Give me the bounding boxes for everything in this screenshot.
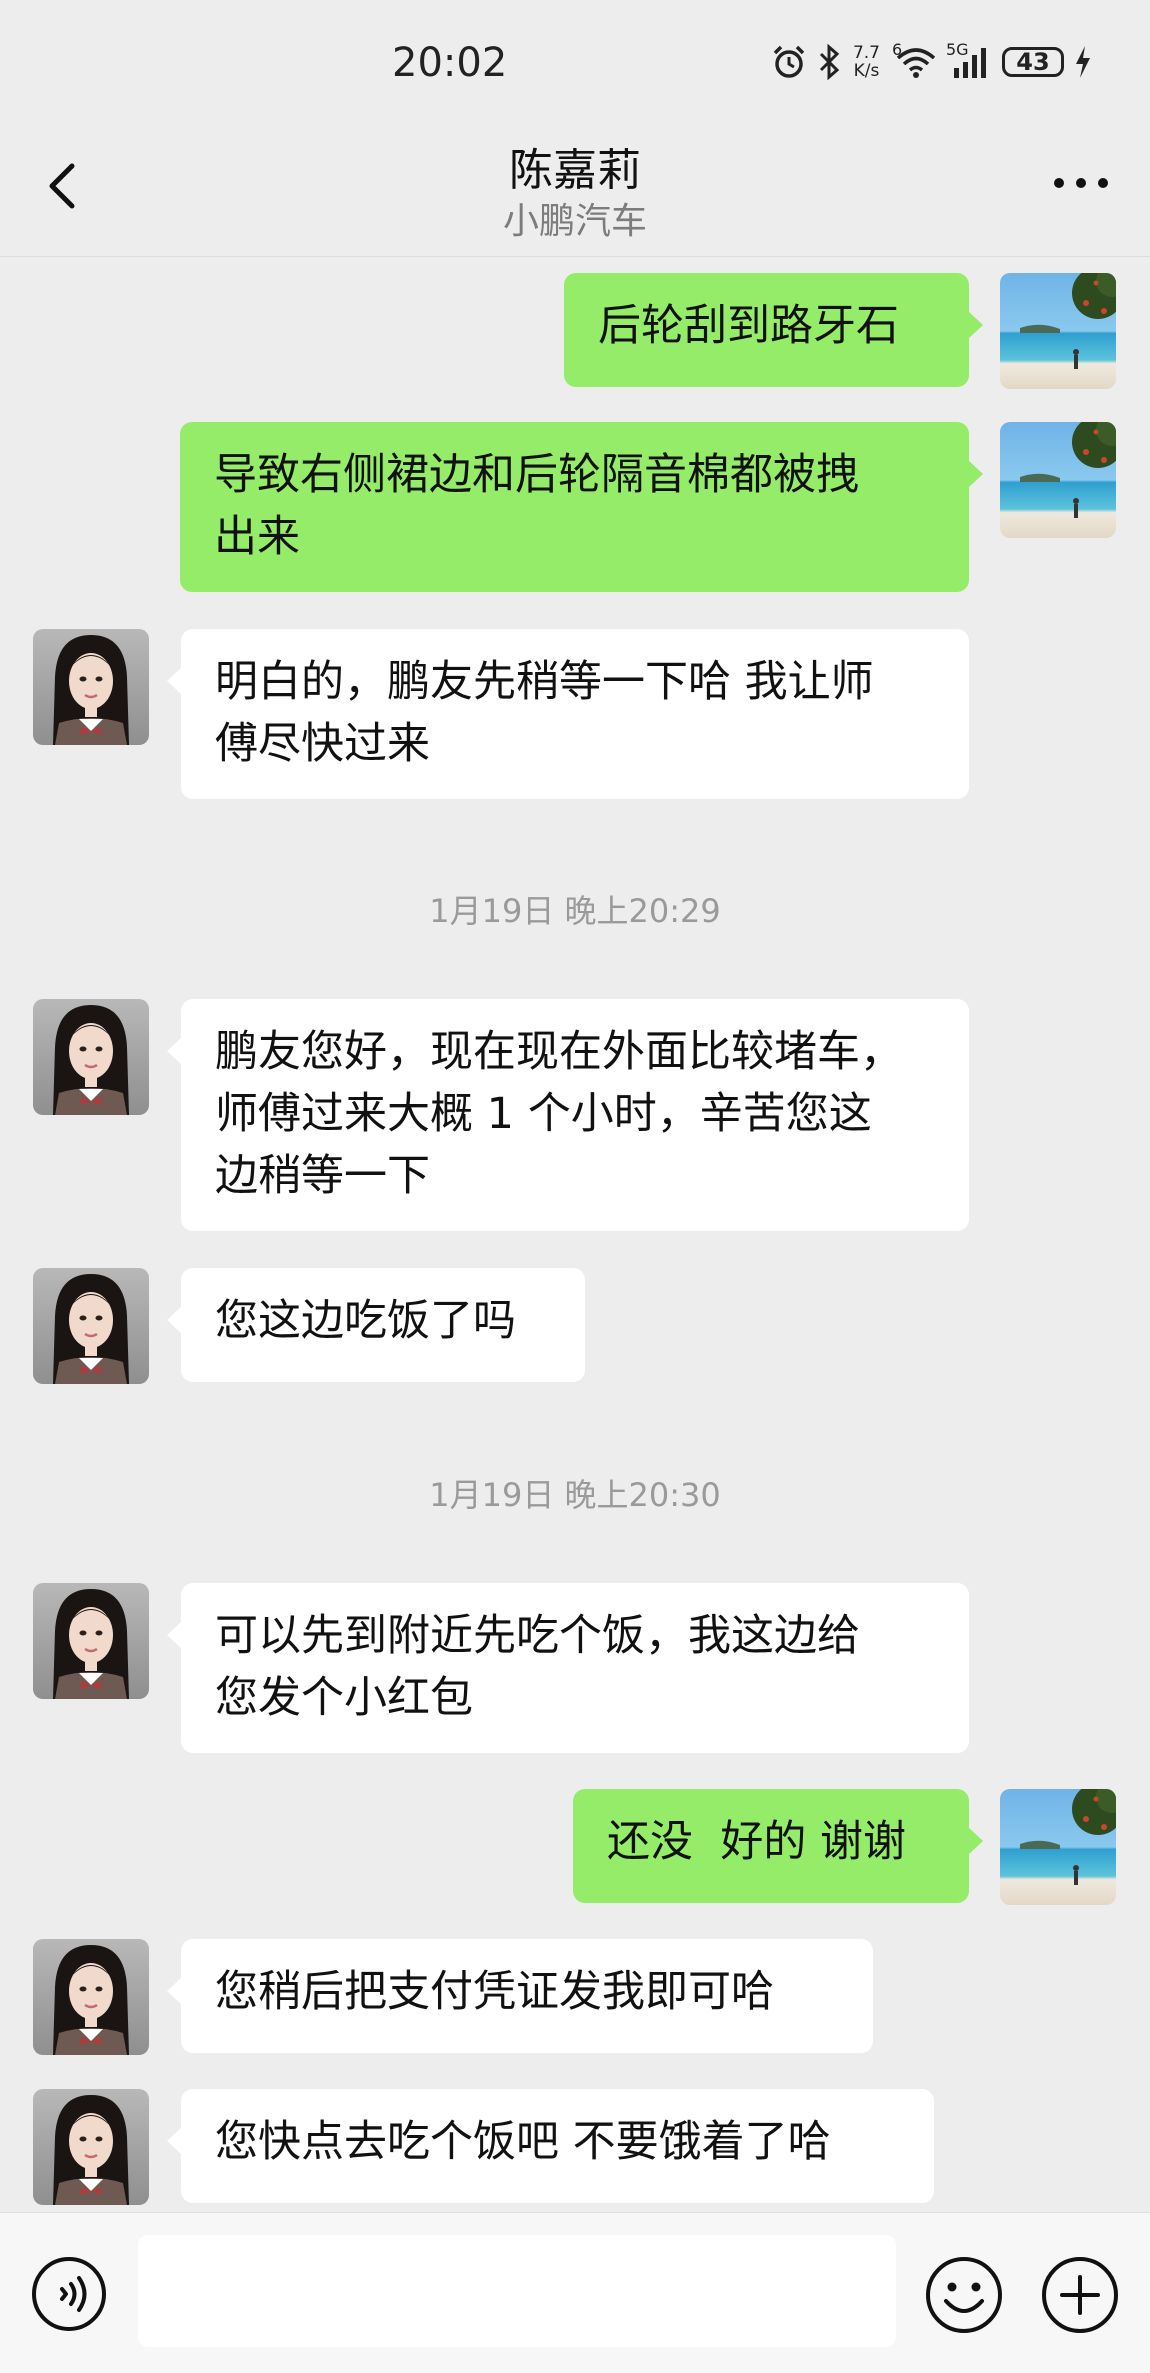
incoming-message[interactable]: 您这边吃饭了吗 [167,1268,585,1382]
contact-avatar[interactable] [33,999,149,1115]
input-bar [0,2212,1150,2373]
incoming-message[interactable]: 您快点去吃个饭吧 不要饿着了哈 [167,2089,934,2203]
battery-indicator: 43 [1002,47,1064,77]
chat-header: 陈嘉莉 小鹏汽车 [0,130,1150,257]
net-speed: 7.7 K/s [852,43,880,81]
incoming-message[interactable]: 鹏友您好，现在现在外面比较堵车， 师傅过来大概 1 个小时，辛苦您这 边稍等一下 [167,999,969,1231]
more-dots-icon[interactable] [1046,158,1116,208]
plus-icon[interactable] [1040,2255,1120,2335]
cellular-icon: 5G [946,40,992,80]
message-list[interactable]: 后轮刮到路牙石 导致右侧裙边和后轮隔音棉都被拽 出来 明白的，鹏友先稍等一下哈 … [0,256,1150,2212]
message-input[interactable] [138,2235,896,2347]
status-time: 20:02 [392,40,508,86]
contact-avatar[interactable] [33,1583,149,1699]
my-avatar[interactable] [1000,1789,1116,1905]
wifi-badge: 6 [892,40,903,59]
alarm-icon [773,45,805,78]
incoming-message[interactable]: 可以先到附近先吃个饭，我这边给 您发个小红包 [167,1583,969,1753]
status-icons: 7.7 K/s 6 5G 43 [771,40,1092,82]
contact-avatar[interactable] [33,1268,149,1384]
my-avatar[interactable] [1000,422,1116,538]
emoji-icon[interactable] [924,2255,1004,2335]
outgoing-message[interactable]: 导致右侧裙边和后轮隔音棉都被拽 出来 [180,422,983,592]
outgoing-message[interactable]: 后轮刮到路牙石 [564,273,983,387]
wifi-icon: 6 [892,40,936,80]
contact-company: 小鹏汽车 [502,201,647,242]
contact-avatar[interactable] [33,1939,149,2055]
contact-avatar[interactable] [33,629,149,745]
outgoing-message[interactable]: 还没 好的 谢谢 [573,1789,983,1903]
my-avatar[interactable] [1000,273,1116,389]
incoming-message[interactable]: 明白的，鹏友先稍等一下哈 我让师 傅尽快过来 [167,629,969,799]
contact-name: 陈嘉莉 [509,145,641,196]
contact-avatar[interactable] [33,2089,149,2205]
cell-badge: 5G [946,40,969,59]
status-bar: 20:02 7.7 K/s 6 5G 43 [0,0,1150,130]
charging-icon [1076,46,1090,78]
bluetooth-icon [819,44,840,80]
timestamp: 1月19日 晚上20:29 [429,892,721,930]
timestamp: 1月19日 晚上20:30 [429,1476,721,1514]
incoming-message[interactable]: 您稍后把支付凭证发我即可哈 [167,1939,873,2053]
voice-icon[interactable] [30,2255,108,2333]
